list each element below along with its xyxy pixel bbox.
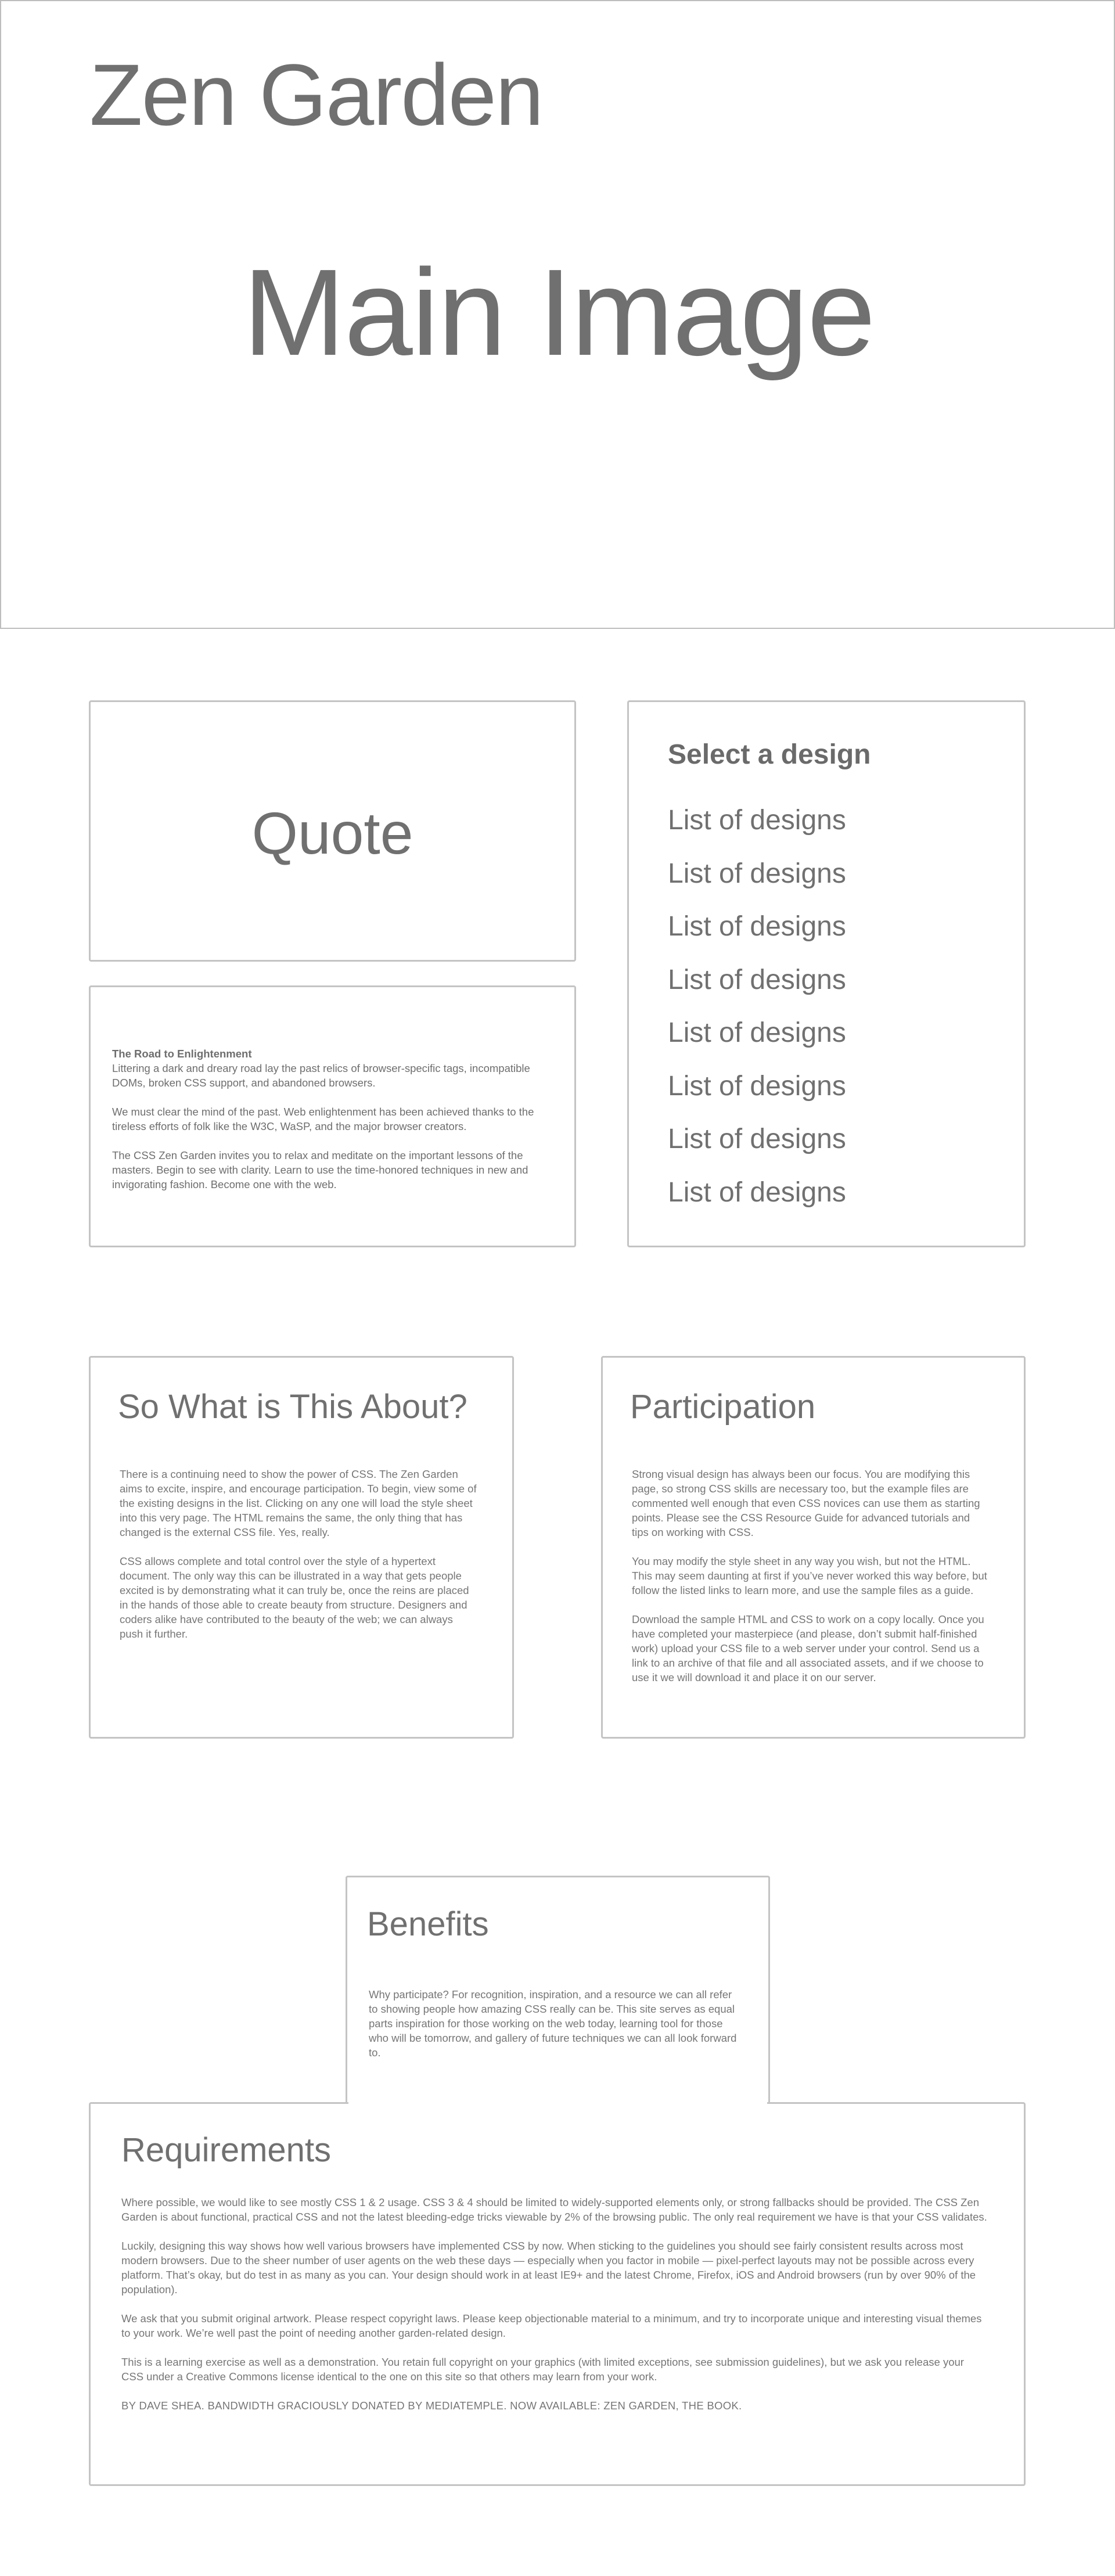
benefits-paragraph: Why participate? For recognition, inspir… <box>369 1988 737 2059</box>
design-list-item[interactable]: List of designs <box>668 1006 846 1060</box>
design-list: List of designs List of designs List of … <box>668 794 846 1219</box>
requirements-paragraph-4: This is a learning exercise as well as a… <box>121 2356 964 2383</box>
main-image-placeholder: Main Image <box>243 243 876 381</box>
about-panel: So What is This About? There is a contin… <box>89 1356 514 1739</box>
participation-title: Participation <box>630 1388 816 1426</box>
requirements-paragraph-1: Where possible, we would like to see mos… <box>121 2196 987 2223</box>
about-paragraph-1: There is a continuing need to show the p… <box>120 1468 477 1538</box>
design-list-item[interactable]: List of designs <box>668 847 846 901</box>
benefits-requirements-joint <box>348 2099 767 2106</box>
requirements-paragraph-2: Luckily, designing this way shows how we… <box>121 2240 976 2296</box>
requirements-paragraph-3: We ask that you submit original artwork.… <box>121 2312 982 2339</box>
design-selector-panel: Select a design List of designs List of … <box>627 700 1026 1247</box>
participation-paragraph-3: Download the sample HTML and CSS to work… <box>632 1613 984 1683</box>
participation-body: Strong visual design has always been our… <box>632 1467 989 1699</box>
intro-title: The Road to Enlightenment <box>112 1048 252 1060</box>
quote-placeholder: Quote <box>251 800 413 866</box>
design-selector-heading: Select a design <box>668 739 871 770</box>
footer-credits: BY DAVE SHEA. BANDWIDTH GRACIOUSLY DONAT… <box>121 2399 742 2412</box>
site-title: Zen Garden <box>89 46 544 143</box>
benefits-panel: Benefits Why participate? For recognitio… <box>346 1876 770 2105</box>
participation-panel: Participation Strong visual design has a… <box>601 1356 1026 1739</box>
requirements-panel: Requirements Where possible, we would li… <box>89 2102 1026 2486</box>
requirements-body: Where possible, we would like to see mos… <box>121 2195 989 2427</box>
participation-paragraph-2: You may modify the style sheet in any wa… <box>632 1555 987 1596</box>
intro-paragraph-1: The Road to Enlightenment Littering a da… <box>112 1046 553 1090</box>
intro-panel: The Road to Enlightenment Littering a da… <box>89 985 576 1247</box>
intro-content: The Road to Enlightenment Littering a da… <box>112 1046 553 1206</box>
intro-paragraph-3: The CSS Zen Garden invites you to relax … <box>112 1149 528 1190</box>
about-body: There is a continuing need to show the p… <box>120 1467 477 1656</box>
hero-banner: Zen Garden Main Image <box>0 0 1115 629</box>
intro-lead: Littering a dark and dreary road lay the… <box>112 1062 530 1089</box>
about-paragraph-2: CSS allows complete and total control ov… <box>120 1555 469 1640</box>
requirements-title: Requirements <box>121 2131 332 2169</box>
design-list-item[interactable]: List of designs <box>668 954 846 1007</box>
design-list-item[interactable]: List of designs <box>668 1060 846 1113</box>
design-list-item[interactable]: List of designs <box>668 794 846 847</box>
design-list-item[interactable]: List of designs <box>668 900 846 954</box>
design-list-item[interactable]: List of designs <box>668 1166 846 1219</box>
design-list-item[interactable]: List of designs <box>668 1113 846 1166</box>
about-title: So What is This About? <box>118 1388 467 1426</box>
participation-paragraph-1: Strong visual design has always been our… <box>632 1468 980 1538</box>
quote-panel: Quote <box>89 700 576 962</box>
benefits-title: Benefits <box>367 1905 489 1943</box>
intro-paragraph-2: We must clear the mind of the past. Web … <box>112 1106 534 1132</box>
